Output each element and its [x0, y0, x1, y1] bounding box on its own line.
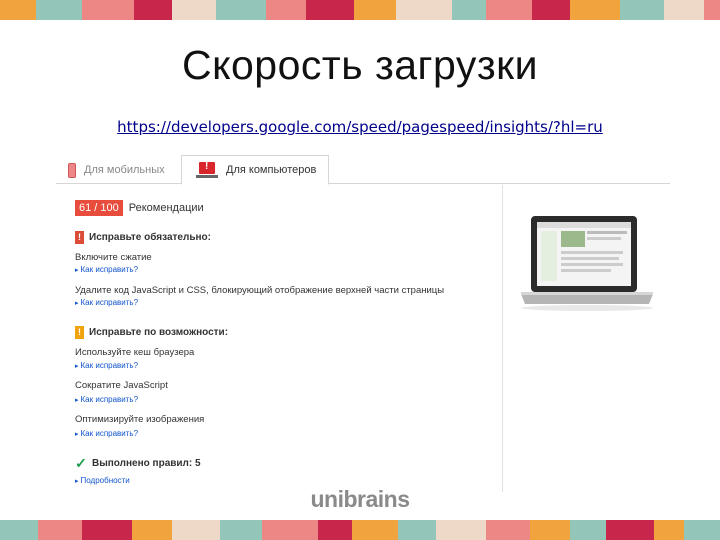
unibrains-logo: unibrains: [310, 486, 410, 512]
link-label: Как исправить?: [80, 395, 139, 404]
stripe-segment: [82, 520, 132, 540]
stripe-segment: [262, 520, 318, 540]
pagespeed-screenshot: Для мобильных Для компьютеров 61 / 100 Р…: [56, 154, 670, 492]
stripe-segment: [570, 520, 606, 540]
section-should-fix-label: Исправьте по возможности:: [89, 327, 229, 338]
stripe-segment: [452, 0, 486, 20]
how-to-fix-link[interactable]: ▸ Как исправить?: [75, 429, 138, 438]
stripe-segment: [684, 520, 720, 540]
stripe-segment: [0, 520, 38, 540]
stripe-segment: [532, 0, 570, 20]
stripe-segment: [354, 0, 396, 20]
stripe-segment: [36, 0, 82, 20]
link-label: Подробности: [80, 476, 130, 485]
stripe-segment: [172, 520, 220, 540]
laptop-preview-image: [521, 216, 653, 311]
yellow-warning-icon: !: [75, 326, 84, 339]
stripe-segment: [704, 0, 720, 20]
link-label: Как исправить?: [80, 265, 139, 274]
section-passed-title: ✓ Выполнено правил: 5: [75, 455, 201, 471]
tab-mobile[interactable]: Для мобильных: [68, 156, 165, 184]
score-row: 61 / 100 Рекомендации: [75, 200, 204, 216]
monitor-warning-icon: [196, 161, 218, 178]
rule-text: Оптимизируйте изображения: [75, 414, 205, 425]
checkmark-icon: ✓: [75, 455, 87, 471]
how-to-fix-link[interactable]: ▸ Как исправить?: [75, 395, 138, 404]
stripe-segment: [266, 0, 306, 20]
arrow-icon: ▸: [75, 478, 79, 485]
link-label: Как исправить?: [80, 429, 139, 438]
tab-desktop[interactable]: Для компьютеров: [181, 155, 329, 185]
stripe-segment: [220, 520, 262, 540]
slide-title: Скорость загрузки: [182, 42, 538, 88]
link-label: Как исправить?: [80, 298, 139, 307]
stripe-segment: [0, 0, 36, 20]
bottom-decorative-stripe: [0, 520, 720, 540]
arrow-icon: ▸: [75, 363, 79, 370]
stripe-segment: [352, 520, 398, 540]
stripe-segment: [306, 0, 354, 20]
stripe-segment: [172, 0, 216, 20]
stripe-segment: [398, 520, 436, 540]
stripe-segment: [436, 520, 486, 540]
section-must-fix-label: Исправьте обязательно:: [89, 232, 211, 243]
pagespeed-url-link[interactable]: https://developers.google.com/speed/page…: [0, 118, 720, 136]
stripe-segment: [216, 0, 266, 20]
how-to-fix-link[interactable]: ▸ Как исправить?: [75, 361, 138, 370]
stripe-segment: [486, 0, 532, 20]
score-badge: 61 / 100: [75, 200, 123, 216]
stripe-segment: [396, 0, 452, 20]
phone-icon: [68, 162, 76, 178]
section-passed-label: Выполнено правил: 5: [92, 458, 201, 469]
section-must-fix-title: ! Исправьте обязательно:: [75, 231, 211, 244]
top-decorative-stripe: [0, 0, 720, 20]
stripe-segment: [82, 0, 134, 20]
stripe-segment: [132, 520, 172, 540]
rule-text: Сократите JavaScript: [75, 380, 168, 391]
link-label: Как исправить?: [80, 361, 139, 370]
divider: [502, 185, 503, 492]
how-to-fix-link[interactable]: ▸ Как исправить?: [75, 298, 138, 307]
how-to-fix-link[interactable]: ▸ Как исправить?: [75, 265, 138, 274]
arrow-icon: ▸: [75, 397, 79, 404]
stripe-segment: [570, 0, 620, 20]
stripe-segment: [486, 520, 530, 540]
score-label: Рекомендации: [128, 202, 204, 214]
stripe-segment: [654, 520, 684, 540]
arrow-icon: ▸: [75, 267, 79, 274]
arrow-icon: ▸: [75, 431, 79, 438]
rule-text: Используйте кеш браузера: [75, 347, 195, 358]
red-warning-icon: !: [75, 231, 84, 244]
section-should-fix-title: ! Исправьте по возможности:: [75, 326, 228, 339]
tab-mobile-label: Для мобильных: [84, 164, 165, 176]
stripe-segment: [606, 520, 654, 540]
device-tab-bar: Для мобильных Для компьютеров: [56, 154, 670, 185]
stripe-segment: [664, 0, 704, 20]
rule-text: Удалите код JavaScript и CSS, блокирующи…: [75, 285, 445, 296]
stripe-segment: [38, 520, 82, 540]
tab-desktop-label: Для компьютеров: [226, 164, 317, 176]
details-link[interactable]: ▸ Подробности: [75, 476, 130, 485]
stripe-segment: [318, 520, 352, 540]
stripe-segment: [134, 0, 172, 20]
arrow-icon: ▸: [75, 300, 79, 307]
stripe-segment: [530, 520, 570, 540]
stripe-segment: [620, 0, 664, 20]
rule-text: Включите сжатие: [75, 252, 152, 263]
